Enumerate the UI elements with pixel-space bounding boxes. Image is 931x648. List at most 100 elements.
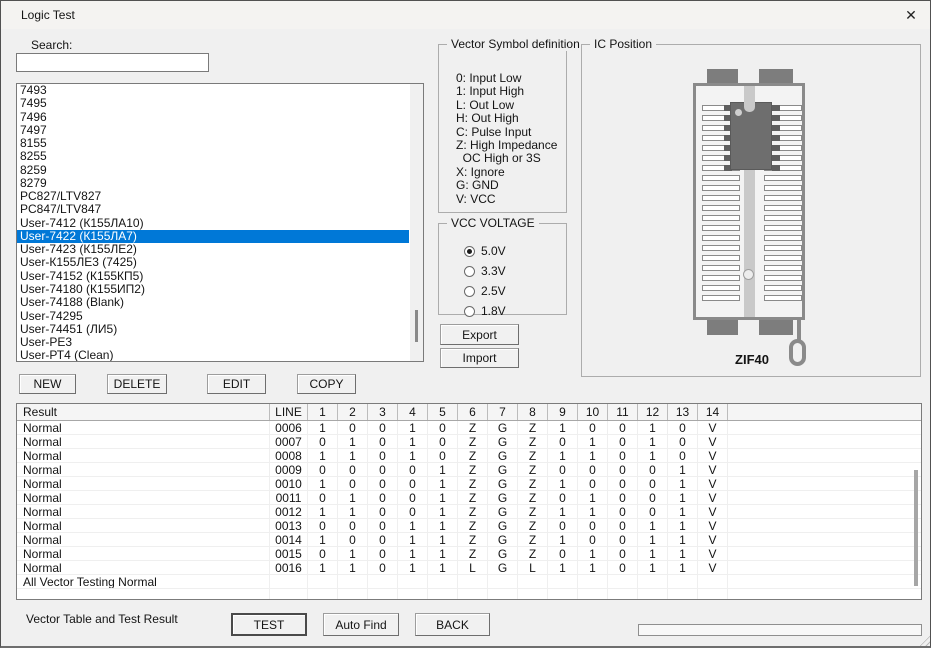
column-header-pin-2[interactable]: 2 [338,404,368,420]
pin-cell: 0 [368,561,398,575]
copy-button[interactable]: COPY [297,374,356,394]
list-item[interactable]: 8279 [17,177,409,190]
table-row[interactable]: Normal000811010ZGZ11010V [17,449,921,463]
vcc-option-3-3V[interactable]: 3.3V [439,264,559,278]
back-button[interactable]: BACK [415,613,490,636]
list-item[interactable]: User-74152 (К155КП5) [17,270,409,283]
column-header-pin-8[interactable]: 8 [518,404,548,420]
pin-cell: 1 [308,505,338,519]
result-cell: Normal [17,547,270,561]
pin-cell: 0 [578,477,608,491]
column-header-pin-3[interactable]: 3 [368,404,398,420]
column-header-pin-9[interactable]: 9 [548,404,578,420]
pin-cell: 1 [668,547,698,561]
table-row[interactable]: Normal000900001ZGZ00001V [17,463,921,477]
vcc-option-1-8V[interactable]: 1.8V [439,304,559,318]
table-row[interactable]: Normal001611011LGL11011V [17,561,921,575]
pin-cell: 0 [578,421,608,435]
column-header-pin-5[interactable]: 5 [428,404,458,420]
column-header-pin-1[interactable]: 1 [308,404,338,420]
table-row[interactable]: Normal001101001ZGZ01001V [17,491,921,505]
pin-cell: 1 [308,421,338,435]
radio-label: 2.5V [481,284,506,298]
list-item[interactable]: User-74180 (К155ИП2) [17,283,409,296]
table-row[interactable]: Normal000701010ZGZ01010V [17,435,921,449]
listbox-scrollbar-thumb[interactable] [415,310,418,342]
list-item[interactable]: 7495 [17,97,409,110]
pin-cell: 1 [638,561,668,575]
pin-cell: 0 [608,505,638,519]
pin-cell: 1 [548,449,578,463]
import-button[interactable]: Import [440,348,519,368]
vcc-option-2-5V[interactable]: 2.5V [439,284,559,298]
auto-find-button[interactable]: Auto Find [323,613,399,636]
socket-pin-left [702,225,740,231]
edit-button[interactable]: EDIT [207,374,266,394]
empty-row[interactable] [17,589,921,600]
socket-pin-right [764,215,802,221]
test-button[interactable]: TEST [231,613,307,636]
socket-pin-left [702,265,740,271]
summary-row[interactable]: All Vector Testing Normal [17,575,921,589]
pin-cell: V [698,435,728,449]
line-cell: 0008 [270,449,308,463]
pin-cell: 0 [608,519,638,533]
list-item[interactable]: PC827/LTV827 [17,190,409,203]
column-header-pin-6[interactable]: 6 [458,404,488,420]
column-header-pin-14[interactable]: 14 [698,404,728,420]
list-item[interactable]: User-К155ЛЕ3 (7425) [17,256,409,269]
table-row[interactable]: Normal001211001ZGZ11001V [17,505,921,519]
list-item[interactable]: User-74188 (Blank) [17,296,409,309]
pin-cell [428,575,458,589]
pin-cell: 1 [428,505,458,519]
list-item[interactable]: User-РТ4 (Clean) [17,349,409,362]
chip-leg-right [772,155,780,161]
column-header-pin-13[interactable]: 13 [668,404,698,420]
column-header-pin-12[interactable]: 12 [638,404,668,420]
table-row[interactable]: Normal001501011ZGZ01011V [17,547,921,561]
socket-pin-left [702,175,740,181]
list-item[interactable]: User-74295 [17,310,409,323]
column-header-pin-11[interactable]: 11 [608,404,638,420]
list-item[interactable]: 8155 [17,137,409,150]
chip-listbox[interactable]: 74937495749674978155825582598279PC827/LT… [16,83,424,362]
line-cell: 0012 [270,505,308,519]
list-item[interactable]: User-74451 (ЛИ5) [17,323,409,336]
pin-cell: 0 [608,491,638,505]
column-header-pin-4[interactable]: 4 [398,404,428,420]
delete-button[interactable]: DELETE [107,374,167,394]
chip-leg-right [772,115,780,121]
pin-cell: 0 [638,505,668,519]
table-scrollbar-thumb[interactable] [914,470,918,586]
new-button[interactable]: NEW [19,374,76,394]
list-item[interactable]: PC847/LTV847 [17,203,409,216]
list-item[interactable]: 8255 [17,150,409,163]
listbox-scrollbar[interactable] [410,84,423,361]
search-input[interactable] [16,53,209,72]
table-row[interactable]: Normal001010001ZGZ10001V [17,477,921,491]
pin-cell: 0 [368,421,398,435]
list-item[interactable]: User-7412 (К155ЛА10) [17,217,409,230]
pin-cell: 1 [398,421,428,435]
column-header-pin-7[interactable]: 7 [488,404,518,420]
list-item[interactable]: 7496 [17,111,409,124]
export-button[interactable]: Export [440,324,519,345]
socket-pin-left [702,285,740,291]
list-item[interactable]: 8259 [17,164,409,177]
pin-cell: 0 [338,463,368,477]
list-item[interactable]: User-РЕ3 [17,336,409,349]
list-item[interactable]: User-7423 (К155ЛЕ2) [17,243,409,256]
table-row[interactable]: Normal000610010ZGZ10010V [17,421,921,435]
vcc-option-5-0V[interactable]: 5.0V [439,244,559,258]
column-header-pin-10[interactable]: 10 [578,404,608,420]
list-item[interactable]: 7497 [17,124,409,137]
table-row[interactable]: Normal001300011ZGZ00011V [17,519,921,533]
table-row[interactable]: Normal001410011ZGZ10011V [17,533,921,547]
close-button[interactable]: ✕ [898,4,924,26]
list-item[interactable]: 7493 [17,84,409,97]
pin-cell: 1 [428,491,458,505]
pin-cell: 1 [428,547,458,561]
list-item[interactable]: User-7422 (К155ЛА7) [17,230,409,243]
column-header-result[interactable]: Result [17,404,270,420]
column-header-line[interactable]: LINE [270,404,308,420]
